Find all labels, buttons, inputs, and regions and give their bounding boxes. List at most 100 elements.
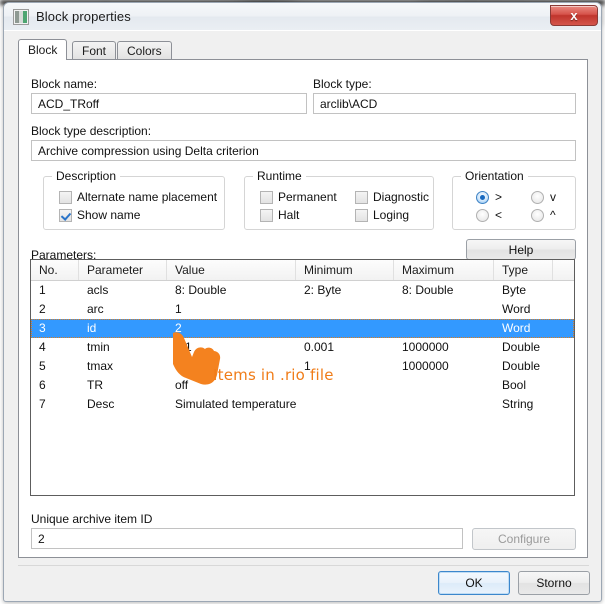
cell-value: 5 <box>175 359 182 373</box>
block-type-description-input[interactable]: Archive compression using Delta criterio… <box>31 140 576 161</box>
tab-block[interactable]: Block <box>18 39 68 60</box>
cell-type: Double <box>502 340 541 354</box>
cell-minimum <box>296 300 394 319</box>
cell-parameter: tmax <box>87 359 114 373</box>
cell-minimum <box>296 376 394 395</box>
cell-no: 4 <box>39 340 46 354</box>
checkbox-box <box>355 209 368 222</box>
configure-button[interactable]: Configure <box>472 528 576 550</box>
cell-type: Bool <box>502 378 527 392</box>
cell-maximum <box>394 395 494 414</box>
help-button[interactable]: Help <box>466 239 576 260</box>
unique-archive-item-id-label: Unique archive item ID <box>31 512 153 526</box>
radio-dot <box>476 209 489 222</box>
cell-parameter: TR <box>87 378 103 392</box>
cell-minimum <box>296 395 394 414</box>
table-body: 1 acls 8: Double 2: Byte 8: Double Byte 2 arc 1 W… <box>31 281 574 414</box>
title-bar: Block properties x <box>4 3 601 31</box>
block-properties-icon <box>13 9 29 25</box>
column-header-spacer[interactable] <box>553 260 574 280</box>
tab-colors[interactable]: Colors <box>117 41 172 59</box>
block-name-input[interactable]: ACD_TRoff <box>31 93 307 114</box>
cell-minimum: 2: Byte <box>304 283 342 297</box>
block-type-input[interactable]: arclib\ACD <box>313 93 576 114</box>
cell-maximum: 1000000 <box>402 359 449 373</box>
radio-label: < <box>495 208 503 222</box>
checkbox-label: Alternate name placement <box>77 190 218 204</box>
cell-type: Double <box>502 359 541 373</box>
radio-dot <box>531 209 544 222</box>
unique-archive-item-id-input[interactable]: 2 <box>31 528 463 549</box>
cell-type: Word <box>502 302 531 316</box>
column-header-no[interactable]: No. <box>31 260 79 280</box>
orientation-group: Orientation > v < ^ <box>452 169 576 230</box>
table-row[interactable]: 1 acls 8: Double 2: Byte 8: Double Byte <box>31 281 574 300</box>
cell-no: 5 <box>39 359 46 373</box>
tab-strip: Block Font Colors <box>18 39 588 60</box>
cell-minimum: 0.001 <box>304 340 335 354</box>
close-button[interactable]: x <box>550 5 598 26</box>
table-row[interactable]: 3 id 2 Word <box>31 319 574 338</box>
cell-value: off <box>175 378 189 392</box>
cell-parameter: tmin <box>87 340 110 354</box>
cell-maximum <box>394 319 494 338</box>
cell-parameter: arc <box>87 302 104 316</box>
checkbox-box <box>355 191 368 204</box>
runtime-group-title: Runtime <box>253 169 306 183</box>
cell-no: 6 <box>39 378 46 392</box>
table-row[interactable]: 7 Desc Simulated temperature ... String <box>31 395 574 414</box>
table-row[interactable]: 2 arc 1 Word <box>31 300 574 319</box>
close-icon: x <box>570 8 578 23</box>
cell-value: Simulated temperature ... <box>175 397 296 411</box>
checkbox-box <box>260 209 273 222</box>
cell-type: Word <box>502 321 531 335</box>
radio-dot <box>531 191 544 204</box>
cell-maximum <box>394 376 494 395</box>
column-header-parameter[interactable]: Parameter <box>79 260 167 280</box>
column-header-type[interactable]: Type <box>494 260 553 280</box>
block-type-label: Block type: <box>313 77 372 91</box>
table-header-row: No. Parameter Value Minimum Maximum Type <box>31 260 574 281</box>
column-header-minimum[interactable]: Minimum <box>296 260 394 280</box>
cell-parameter: Desc <box>87 397 115 411</box>
column-header-value[interactable]: Value <box>167 260 296 280</box>
window-title: Block properties <box>36 9 131 24</box>
checkbox-label: Loging <box>373 208 410 222</box>
cell-no: 1 <box>39 283 46 297</box>
radio-label: ^ <box>550 208 556 222</box>
cell-value: 8: Double <box>175 283 227 297</box>
ok-button[interactable]: OK <box>438 571 510 595</box>
checkbox-label: Diagnostic <box>373 190 430 204</box>
radio-dot <box>476 191 489 204</box>
cell-type: Byte <box>502 283 527 297</box>
table-row[interactable]: 4 tmin 0.1 0.001 1000000 Double <box>31 338 574 357</box>
parameters-table[interactable]: No. Parameter Value Minimum Maximum Type… <box>30 259 575 496</box>
radio-label: v <box>550 190 556 204</box>
cell-no: 3 <box>39 321 46 335</box>
cell-value: 1 <box>175 302 182 316</box>
cell-value: 2 <box>175 321 182 335</box>
cell-type: String <box>502 397 534 411</box>
cell-parameter: id <box>87 321 97 335</box>
description-group-title: Description <box>52 169 121 183</box>
cell-maximum: 8: Double <box>402 283 454 297</box>
block-properties-dialog: Block properties x Block Font Colors Blo… <box>3 2 602 602</box>
cell-minimum <box>296 319 394 338</box>
checkbox-label: Halt <box>278 208 300 222</box>
cell-maximum <box>394 300 494 319</box>
table-row[interactable]: 5 tmax 5 1 1000000 Double <box>31 357 574 376</box>
cell-maximum: 1000000 <box>402 340 449 354</box>
cancel-button[interactable]: Storno <box>518 571 590 595</box>
checkbox-label: Show name <box>77 208 141 222</box>
cell-minimum: 1 <box>304 359 311 373</box>
cell-value: 0.1 <box>175 340 192 354</box>
table-row[interactable]: 6 TR off Bool <box>31 376 574 395</box>
tab-font[interactable]: Font <box>72 41 117 59</box>
block-name-label: Block name: <box>31 77 98 91</box>
description-group: Description Alternate name placement Sho… <box>43 169 225 230</box>
radio-label: > <box>495 190 503 204</box>
checkbox-box <box>260 191 273 204</box>
orientation-group-title: Orientation <box>461 169 528 183</box>
column-header-maximum[interactable]: Maximum <box>394 260 494 280</box>
block-type-description-label: Block type description: <box>31 124 152 138</box>
